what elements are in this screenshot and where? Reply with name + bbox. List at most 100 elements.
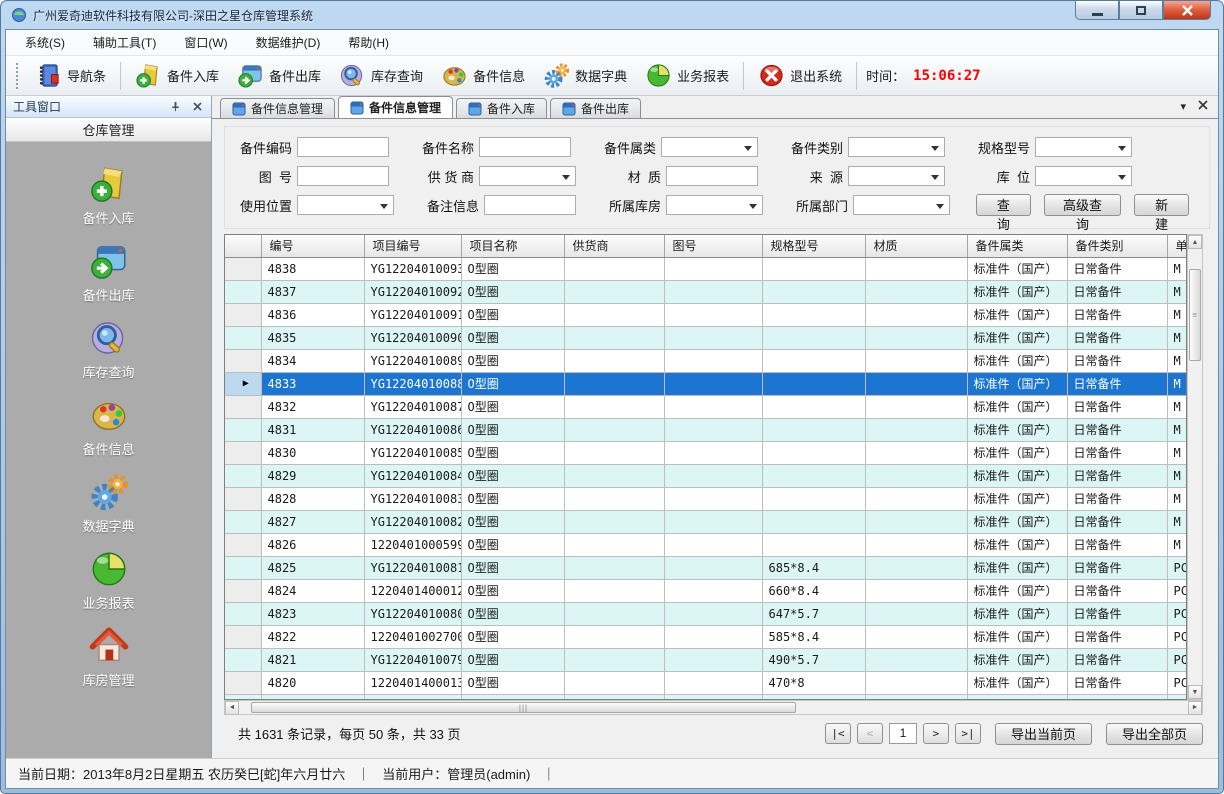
scroll-left-icon[interactable]: ◄ bbox=[225, 701, 239, 715]
supplier-select[interactable] bbox=[479, 166, 576, 186]
table-row[interactable]: 48261220401000599O型圈标准件（国产）日常备件M bbox=[225, 533, 1187, 556]
table-row[interactable]: 4823YG12204010080O型圈647*5.7标准件（国产）日常备件PC bbox=[225, 602, 1187, 625]
column-header-5[interactable]: 图号 bbox=[664, 235, 762, 257]
table-row[interactable]: 4827YG12204010082O型圈标准件（国产）日常备件M bbox=[225, 510, 1187, 533]
row-selector-cell[interactable] bbox=[225, 671, 261, 694]
department-select[interactable] bbox=[853, 195, 950, 215]
column-header-3[interactable]: 项目名称 bbox=[461, 235, 564, 257]
column-header-7[interactable]: 材质 bbox=[865, 235, 967, 257]
column-header-8[interactable]: 备件属类 bbox=[967, 235, 1067, 257]
pin-icon[interactable] bbox=[168, 100, 182, 114]
vertical-scrollbar[interactable]: ▲ ≡ ▼ bbox=[1187, 234, 1203, 700]
menu-item-0[interactable]: 系统(S) bbox=[16, 30, 74, 55]
toolbar-button-exit[interactable]: 退出系统 bbox=[749, 59, 851, 92]
row-selector-cell[interactable] bbox=[225, 349, 261, 372]
tab-3[interactable]: 备件出库 bbox=[550, 98, 641, 118]
prev-page-button[interactable]: < bbox=[857, 723, 883, 744]
toolbar-button-data-dictionary[interactable]: 数据字典 bbox=[534, 59, 636, 92]
table-row[interactable]: 4825YG12204010081O型圈685*8.4标准件（国产）日常备件PC bbox=[225, 556, 1187, 579]
part-code-input[interactable] bbox=[297, 137, 389, 157]
part-category-select[interactable] bbox=[661, 137, 758, 157]
query-button[interactable]: 查询 bbox=[976, 194, 1031, 216]
new-button[interactable]: 新建 bbox=[1134, 194, 1189, 216]
menu-item-3[interactable]: 数据维护(D) bbox=[247, 30, 330, 55]
toolbar-button-stock-search[interactable]: 库存查询 bbox=[330, 59, 432, 92]
column-header-4[interactable]: 供货商 bbox=[564, 235, 664, 257]
page-number-input[interactable]: 1 bbox=[889, 723, 917, 744]
row-selector-cell[interactable]: ▶ bbox=[225, 372, 261, 395]
toolbar-button-outbound[interactable]: 备件出库 bbox=[228, 59, 330, 92]
tab-2[interactable]: 备件入库 bbox=[456, 98, 547, 118]
vertical-scroll-thumb[interactable]: ≡ bbox=[1189, 269, 1201, 361]
table-row[interactable]: 4835YG12204010090O型圈标准件（国产）日常备件M bbox=[225, 326, 1187, 349]
tab-1-active[interactable]: 备件信息管理 bbox=[338, 96, 453, 118]
next-page-button[interactable]: > bbox=[923, 723, 949, 744]
row-selector-cell[interactable] bbox=[225, 602, 261, 625]
table-row[interactable]: 4837YG12204010092O型圈标准件（国产）日常备件M bbox=[225, 280, 1187, 303]
advanced-query-button[interactable]: 高级查询 bbox=[1044, 194, 1122, 216]
table-row[interactable]: 4821YG12204010079O型圈490*5.7标准件（国产）日常备件PC bbox=[225, 648, 1187, 671]
panel-close-icon[interactable] bbox=[190, 100, 204, 114]
toolbar-button-parts-info[interactable]: 备件信息 bbox=[432, 59, 534, 92]
column-header-6[interactable]: 规格型号 bbox=[762, 235, 865, 257]
table-row[interactable]: 48241220401400012O型圈660*8.4标准件（国产）日常备件PC bbox=[225, 579, 1187, 602]
menu-item-2[interactable]: 窗口(W) bbox=[175, 30, 236, 55]
row-selector-cell[interactable] bbox=[225, 533, 261, 556]
horizontal-scroll-thumb[interactable]: ||| bbox=[251, 702, 796, 713]
table-row[interactable]: 4838YG12204010093O型圈标准件（国产）日常备件M bbox=[225, 257, 1187, 280]
export-current-page-button[interactable]: 导出当前页 bbox=[995, 723, 1092, 745]
sidebar-item-inbound[interactable]: 备件入库 bbox=[34, 158, 184, 235]
table-row[interactable]: 48221220401002700O型圈585*8.4标准件（国产）日常备件PC bbox=[225, 625, 1187, 648]
sidebar-item-outbound[interactable]: 备件出库 bbox=[34, 235, 184, 312]
drawing-no-input[interactable] bbox=[297, 166, 389, 186]
minimize-button[interactable] bbox=[1075, 1, 1119, 20]
row-selector-cell[interactable] bbox=[225, 648, 261, 671]
material-input[interactable] bbox=[666, 166, 758, 186]
column-header-10[interactable]: 单位 bbox=[1167, 235, 1187, 257]
row-selector-header[interactable] bbox=[225, 235, 261, 257]
export-all-pages-button[interactable]: 导出全部页 bbox=[1106, 723, 1203, 745]
table-row[interactable]: 48201220401400013O型圈470*8标准件（国产）日常备件PC bbox=[225, 671, 1187, 694]
sidebar-item-data-dictionary[interactable]: 数据字典 bbox=[34, 466, 184, 543]
row-selector-cell[interactable] bbox=[225, 487, 261, 510]
maximize-button[interactable] bbox=[1119, 1, 1163, 20]
sidebar-item-stock-search[interactable]: 库存查询 bbox=[34, 312, 184, 389]
toolbar-button-navigator[interactable]: 导航条 bbox=[26, 59, 115, 92]
row-selector-cell[interactable] bbox=[225, 326, 261, 349]
table-row[interactable]: 4831YG12204010086O型圈标准件（国产）日常备件M bbox=[225, 418, 1187, 441]
toolbar-button-inbound[interactable]: 备件入库 bbox=[126, 59, 228, 92]
sidebar-item-warehouse[interactable]: 库房管理 bbox=[34, 620, 184, 697]
row-selector-cell[interactable] bbox=[225, 395, 261, 418]
scroll-down-icon[interactable]: ▼ bbox=[1188, 685, 1202, 699]
stock-location-select[interactable] bbox=[1035, 166, 1132, 186]
horizontal-scrollbar[interactable]: ◄ ||| ► bbox=[224, 700, 1203, 715]
spec-model-select[interactable] bbox=[1035, 137, 1132, 157]
table-row[interactable]: 4828YG12204010083O型圈标准件（国产）日常备件M bbox=[225, 487, 1187, 510]
column-header-9[interactable]: 备件类别 bbox=[1067, 235, 1167, 257]
sidebar-item-parts-info[interactable]: 备件信息 bbox=[34, 389, 184, 466]
column-header-1[interactable]: 编号 bbox=[261, 235, 364, 257]
row-selector-cell[interactable] bbox=[225, 556, 261, 579]
part-type-select[interactable] bbox=[848, 137, 945, 157]
row-selector-cell[interactable] bbox=[225, 303, 261, 326]
row-selector-cell[interactable] bbox=[225, 579, 261, 602]
row-selector-cell[interactable] bbox=[225, 510, 261, 533]
table-row[interactable]: 4832YG12204010087O型圈标准件（国产）日常备件M bbox=[225, 395, 1187, 418]
last-page-button[interactable]: >| bbox=[955, 723, 981, 744]
close-button[interactable] bbox=[1163, 1, 1211, 20]
scroll-right-icon[interactable]: ► bbox=[1188, 701, 1202, 715]
chevron-down-icon[interactable]: ▾ bbox=[1180, 100, 1186, 113]
table-row[interactable]: 4836YG12204010091O型圈标准件（国产）日常备件M bbox=[225, 303, 1187, 326]
sidebar-group-header[interactable]: 仓库管理 bbox=[6, 118, 211, 142]
row-selector-cell[interactable] bbox=[225, 625, 261, 648]
tab-0[interactable]: 备件信息管理 bbox=[220, 98, 335, 118]
row-selector-cell[interactable] bbox=[225, 441, 261, 464]
source-select[interactable] bbox=[848, 166, 945, 186]
table-row[interactable]: 4830YG12204010085O型圈标准件（国产）日常备件M bbox=[225, 441, 1187, 464]
toolbar-button-report[interactable]: 业务报表 bbox=[636, 59, 738, 92]
row-selector-cell[interactable] bbox=[225, 280, 261, 303]
menu-item-1[interactable]: 辅助工具(T) bbox=[84, 30, 165, 55]
toolbar-grip[interactable] bbox=[16, 63, 20, 89]
row-selector-cell[interactable] bbox=[225, 257, 261, 280]
scroll-up-icon[interactable]: ▲ bbox=[1188, 235, 1202, 249]
